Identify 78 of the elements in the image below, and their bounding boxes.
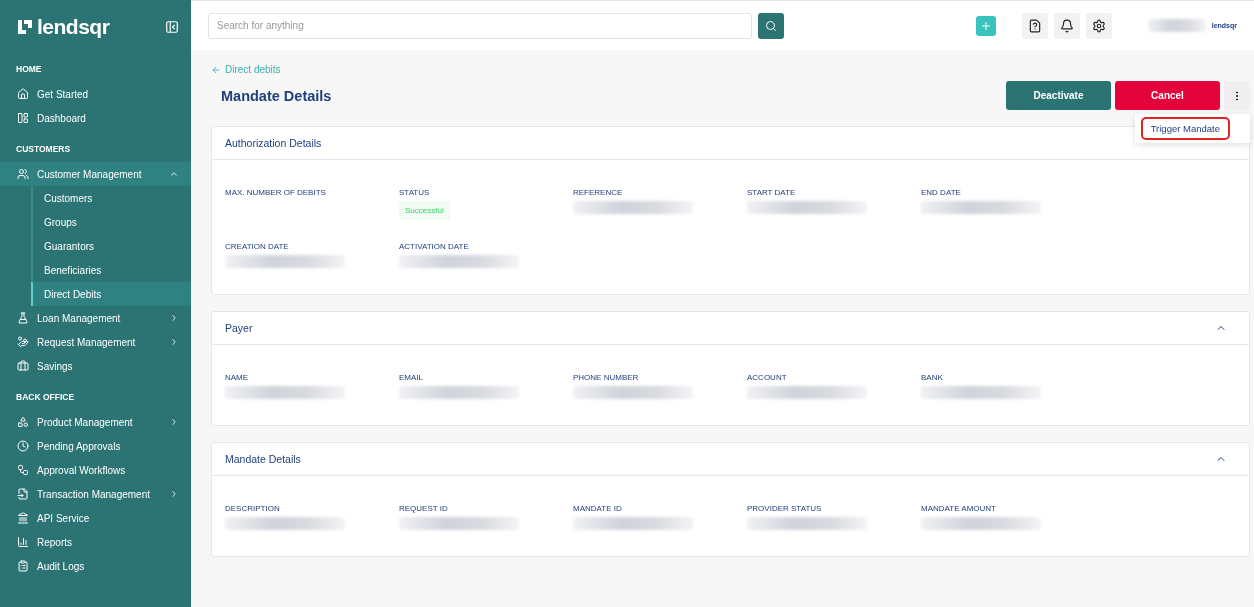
field-label: DESCRIPTION [225,504,281,513]
users-icon [17,168,29,180]
clipboard-icon [17,560,29,572]
field-label: REQUEST ID [399,504,449,513]
chevron-right-icon [169,417,179,427]
field-label: ACTIVATION DATE [399,242,470,251]
bank-icon [17,512,29,524]
workflow-icon [17,464,29,476]
search-icon [765,19,777,32]
flask-icon [17,312,29,324]
section-title: CUSTOMERS [15,144,72,154]
sidebar-subitem[interactable]: Groups [31,210,191,234]
chevron-right-icon [169,313,179,323]
layout-icon [17,112,29,124]
field-label: EMAIL [399,373,424,382]
field-label: ACCOUNT [747,373,788,382]
section-title: HOME [15,64,43,74]
sidebar-item[interactable]: Audit Logs [0,554,191,578]
chevron-right-icon [169,337,179,347]
settings-button[interactable] [1085,12,1112,39]
logo: lendsqr [16,15,110,39]
field-label: STATUS [399,188,431,197]
field-label: PROVIDER STATUS [747,504,823,513]
chevron-up-icon [169,169,179,179]
redacted-user [1147,19,1206,32]
hand-coins-icon [17,336,29,348]
card-title: Authorization Details [225,137,322,149]
document-icon [17,488,29,500]
field-label: START DATE [747,188,797,197]
bell-icon [1059,18,1074,33]
help-icon [1027,18,1042,33]
arrow-left-icon [211,64,221,75]
page-title: Mandate Details [221,87,332,104]
sidebar-item[interactable]: Get Started [0,82,191,106]
collapse-icon[interactable] [165,20,179,34]
field-label: MANDATE ID [573,504,623,513]
field-label: END DATE [921,188,962,197]
chevron-right-icon [169,489,179,499]
sidebar-item[interactable]: Pending Approvals [0,434,191,458]
field-label: MAX. NUMBER OF DEBITS [225,188,327,197]
field-label: PHONE NUMBER [573,373,640,382]
field-label: MANDATE AMOUNT [921,504,997,513]
sidebar-subitem[interactable]: Guarantors [31,234,191,258]
briefcase-icon [17,360,29,372]
sidebar-item[interactable]: Product Management [0,410,191,434]
sidebar-item[interactable]: Approval Workflows [0,458,191,482]
search-button[interactable] [758,12,784,39]
sidebar-item[interactable]: Reports [0,530,191,554]
search-field[interactable]: Search for anything [208,12,752,39]
help-button[interactable] [1021,12,1048,39]
sidebar-subitem[interactable]: Beneficiaries [31,258,191,282]
sidebar-item[interactable]: Request Management [0,330,191,354]
shapes-icon [17,416,29,428]
chart-icon [17,536,29,548]
sidebar-subitem[interactable]: Direct Debits [31,282,191,306]
sidebar-item[interactable]: Dashboard [0,106,191,130]
sidebar-item[interactable]: Customer Management [0,162,191,186]
settings-icon [1091,18,1106,33]
sidebar-item[interactable]: API Service [0,506,191,530]
section-title: BACK OFFICE [15,392,76,402]
home-icon [17,88,29,100]
plus-icon [979,19,992,32]
card-title: Mandate Details [225,453,301,465]
sidebar-item[interactable]: Loan Management [0,306,191,330]
deactivate-button[interactable]: Deactivate [1006,81,1111,110]
notifications-button[interactable] [1053,12,1080,39]
status-badge: Successful [399,201,450,220]
field-label: REFERENCE [573,188,624,197]
field-label: NAME [225,373,250,382]
sidebar-subitem[interactable]: Customers [31,186,191,210]
cancel-button[interactable]: Cancel [1115,81,1220,110]
card-title: Payer [225,322,253,334]
clock-icon [17,440,29,452]
sidebar-item[interactable]: Savings [0,354,191,378]
field-label: CREATION DATE [225,242,290,251]
sidebar-item[interactable]: Transaction Management [0,482,191,506]
menu-item[interactable]: Trigger Mandate [1140,117,1230,140]
field-label: BANK [921,373,944,382]
